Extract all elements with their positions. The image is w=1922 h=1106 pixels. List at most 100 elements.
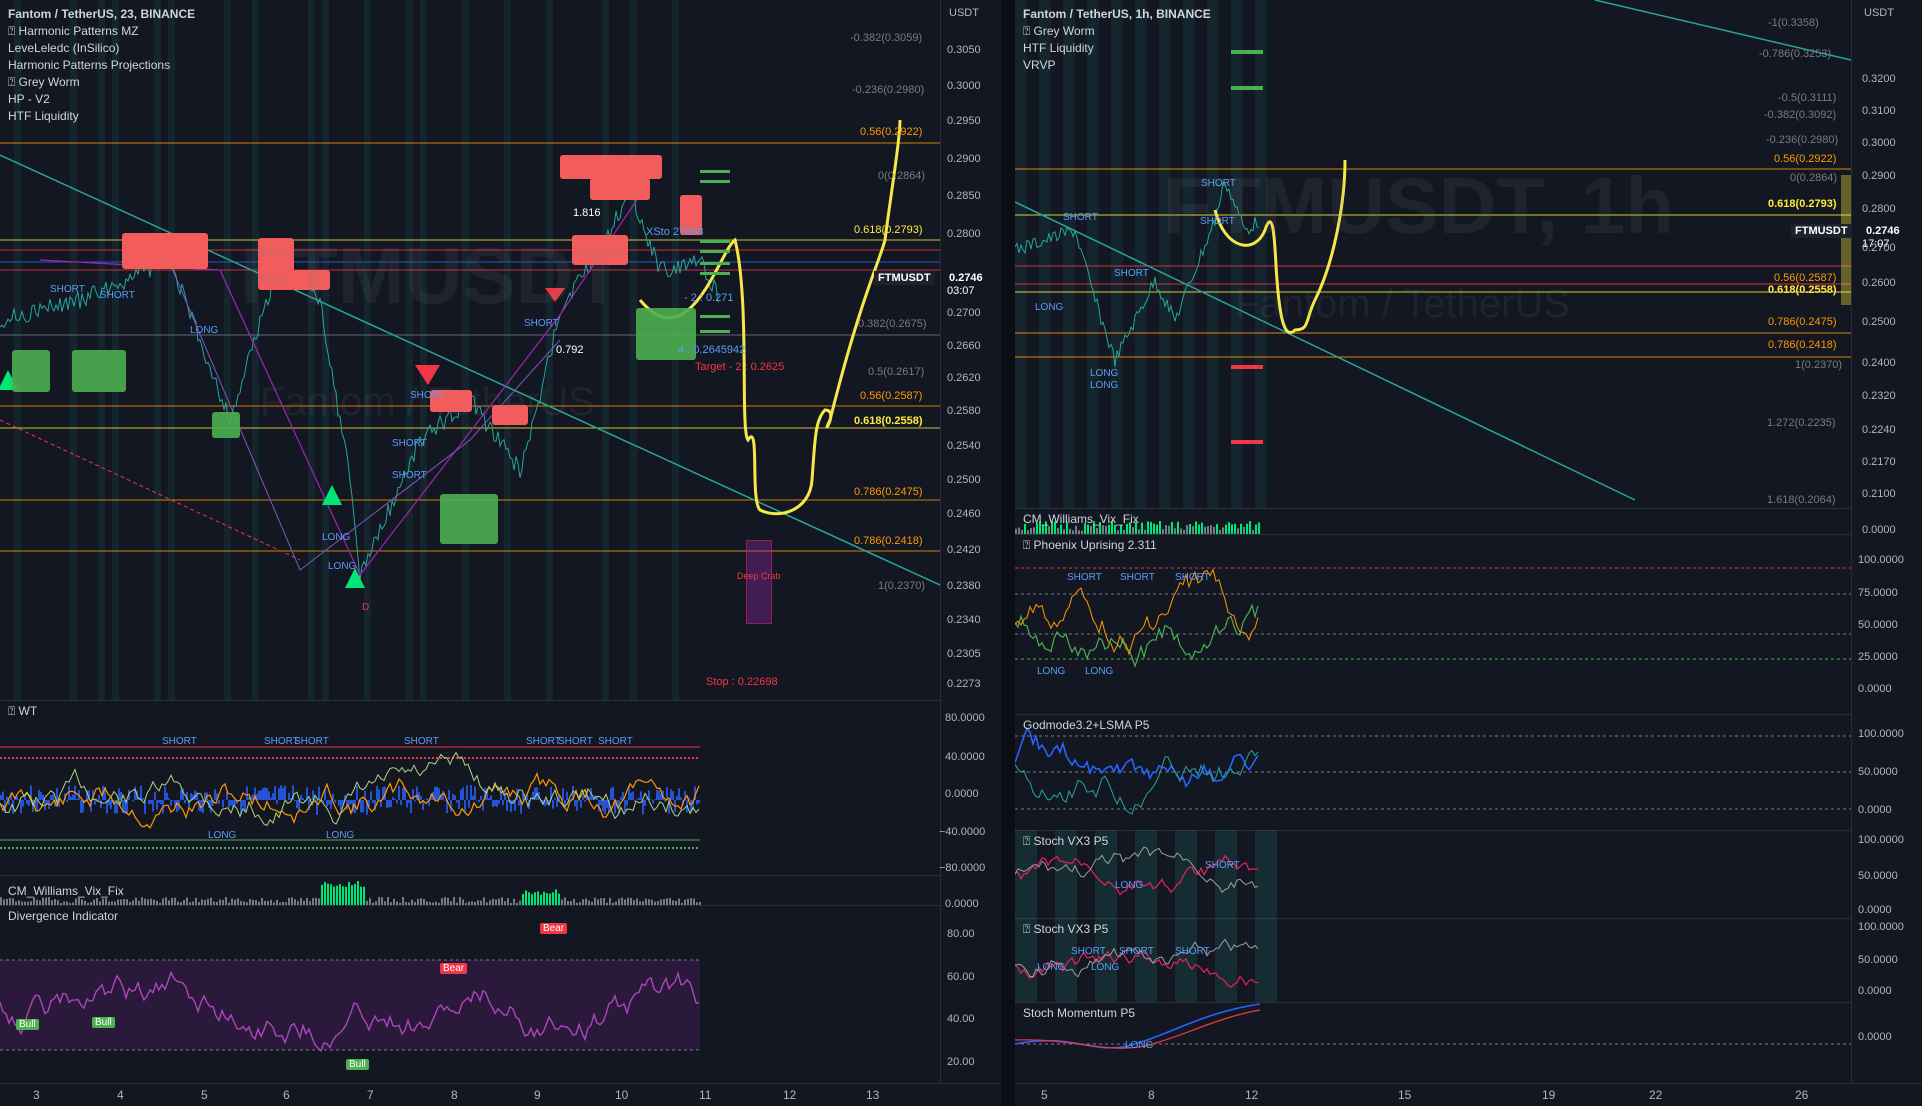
signal-short: SHORT [404,736,439,747]
legend-indicator[interactable]: HTF Liquidity [1023,40,1211,57]
wt-histogram [222,800,224,808]
legend-indicator[interactable]: ⍰ Grey Worm [8,74,195,91]
wt-histogram [396,800,398,804]
godmode-title[interactable]: Godmode3.2+LSMA P5 [1023,718,1149,732]
wt-histogram [506,800,508,811]
stoch-band [1215,830,1237,918]
divergence-pane[interactable]: Divergence Indicator Bull Bull Bull Bear… [0,905,940,1085]
left-price-axis[interactable]: USDT 0.3050 0.3000 0.2950 0.2900 0.2850 … [939,0,1002,1106]
right-vix-plot[interactable] [1015,508,1851,534]
stoch1-pane[interactable]: ⍰ Stoch VX3 P5 SHORT LONG [1015,830,1851,919]
chart-divider[interactable] [1001,0,1015,1106]
phoenix-title[interactable]: ⍰ Phoenix Uprising 2.311 [1023,538,1157,553]
legend-indicator[interactable]: ⍰ Harmonic Patterns MZ [8,23,195,40]
stoch-band [1255,830,1277,918]
signal-short: SHORT [1114,268,1149,279]
legend-symbol[interactable]: Fantom / TetherUS, 1h, BINANCE [1023,6,1211,23]
wt-histogram [22,800,24,807]
left-time-axis[interactable]: 3 4 5 6 7 8 9 10 11 12 13 [0,1083,1001,1106]
legend-indicator[interactable]: ⍰ Grey Worm [1023,23,1211,40]
vix-plot[interactable] [0,875,940,905]
vix-bar [1240,523,1242,534]
wt-histogram [158,800,160,803]
stoch-band [1135,918,1157,1002]
phoenix-plot[interactable] [1015,534,1851,714]
left-price-pane[interactable]: Fantom / TetherUS Fantom / TetherUS, 23,… [0,0,940,701]
price-tick: 0.2170 [1862,456,1896,468]
vix-bar [1048,526,1050,534]
symbol-price-badge: FTMUSDT [1791,224,1852,238]
divergence-plot[interactable] [0,905,940,1084]
stoch1-plot[interactable] [1015,830,1851,918]
momentum-title[interactable]: Stoch Momentum P5 [1023,1006,1135,1020]
right-vix-title[interactable]: CM_Williams_Vix_Fix [1023,512,1139,526]
legend-indicator[interactable]: VRVP [1023,57,1211,74]
vix-bar [1255,524,1257,534]
left-chart[interactable]: Fantom / TetherUS Fantom / TetherUS, 23,… [0,0,1002,1106]
legend-indicator[interactable]: LeveLeledc (InSilico) [8,40,195,57]
pattern-box [72,350,126,392]
wt-histogram [282,787,284,800]
wt-histogram [574,800,576,807]
div-tick: 40.00 [947,1013,975,1025]
right-chart[interactable]: FTMUSDT, 1h Fantom / TetherUS Fantom / T… [1015,0,1922,1106]
liquidity-bar [700,272,730,275]
session-band [1231,0,1243,508]
signal-short: SHORT [1201,178,1236,189]
wt-histogram [50,795,52,800]
right-vix-pane[interactable]: CM_Williams_Vix_Fix [1015,508,1851,535]
vix-bar [564,897,566,905]
stop-label: Stop : 0.22698 [706,676,778,688]
vix-title[interactable]: CM_Williams_Vix_Fix [8,884,124,898]
wt-histogram [286,800,288,801]
wt-histogram [492,800,494,808]
vix-bar [552,892,554,905]
vix-bar [1204,526,1206,534]
wt-histogram [410,800,412,814]
signal-short: SHORT [50,284,85,295]
div-tick: 80.00 [947,928,975,940]
last-price-badge: 0.2746 [1862,224,1904,238]
godmode-pane[interactable]: Godmode3.2+LSMA P5 [1015,714,1851,831]
session-band [1063,0,1075,508]
fib-level: -1(0.3358) [1768,17,1819,29]
liquidity-bar [1231,50,1263,54]
wt-histogram [20,800,22,814]
right-price-pane[interactable]: FTMUSDT, 1h Fantom / TetherUS Fantom / T… [1015,0,1851,509]
wt-histogram [190,793,192,800]
vix-bar [324,882,326,905]
legend-symbol[interactable]: Fantom / TetherUS, 23, BINANCE [8,6,195,23]
momentum-pane[interactable]: Stoch Momentum P5 LONG [1015,1002,1851,1085]
wt-title[interactable]: ⍰ WT [8,704,37,719]
fib-level: -0.382(0.3092) [1764,109,1837,121]
stoch2-plot[interactable] [1015,918,1851,1002]
vix-pane[interactable]: CM_Williams_Vix_Fix [0,875,940,906]
right-price-axis[interactable]: USDT 0.3200 0.3100 0.3000 0.2900 0.2800 … [1851,0,1922,1106]
legend-indicator[interactable]: HTF Liquidity [8,108,195,125]
vix-bar [402,897,404,905]
divergence-title[interactable]: Divergence Indicator [8,909,118,923]
fib-level: -0.236(0.2980) [852,84,925,96]
stoch2-title[interactable]: ⍰ Stoch VX3 P5 [1023,922,1108,937]
stoch2-pane[interactable]: ⍰ Stoch VX3 P5 SHORT SHORT SHORT LONG LO… [1015,918,1851,1003]
phoenix-pane[interactable]: ⍰ Phoenix Uprising 2.311 SHORT SHORT SHO… [1015,534,1851,715]
stoch1-title[interactable]: ⍰ Stoch VX3 P5 [1023,834,1108,849]
legend-indicator[interactable]: Harmonic Patterns Projections [8,57,195,74]
time-tick: 12 [783,1088,797,1102]
legend-indicator[interactable]: HP - V2 [8,91,195,108]
liquidity-bar [700,170,730,173]
wt-pane[interactable]: ⍰ WT SHORT SHORT SHORT SHORT SHORT SHORT… [0,700,940,876]
wt-histogram [388,800,390,808]
wt-histogram [376,785,378,800]
wt-plot[interactable] [0,700,940,875]
vix-bar [351,885,353,905]
vix-bar [1189,523,1191,534]
price-tick: 0.2800 [947,228,981,240]
right-price-plot[interactable] [1015,0,1851,508]
wt-histogram [370,791,372,800]
wt-histogram [562,788,564,800]
signal-short: SHORT [526,736,561,747]
vix-bar [1156,524,1158,534]
godmode-line [1015,749,1259,815]
right-time-axis[interactable]: 5 8 12 15 19 22 26 [1015,1083,1922,1106]
